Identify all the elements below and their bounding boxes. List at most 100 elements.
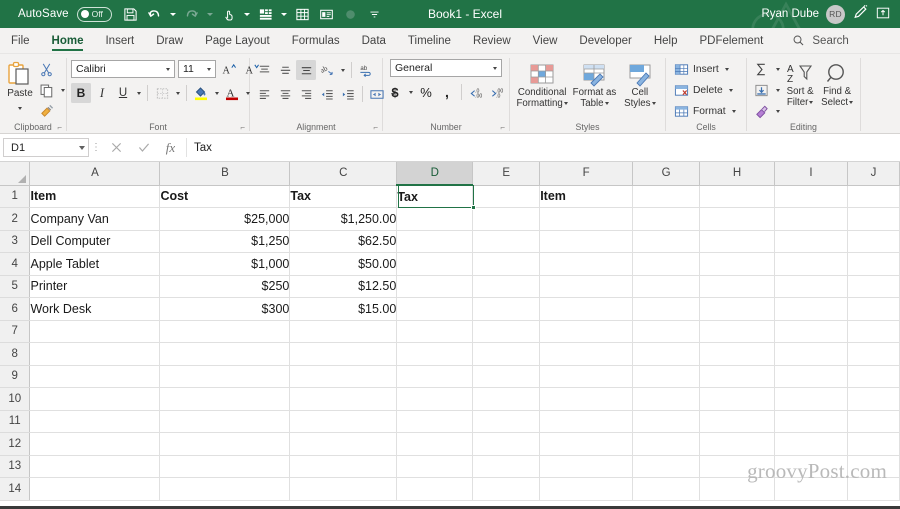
bottom-align-icon[interactable] [296, 60, 316, 80]
cell-c2[interactable]: $1,250.00 [289, 207, 398, 231]
font-size-caret[interactable] [204, 60, 213, 78]
cell-e13[interactable] [472, 455, 541, 478]
name-box[interactable]: D1 [3, 138, 89, 157]
cell-g6[interactable] [632, 297, 701, 321]
tab-home[interactable]: Home [41, 28, 95, 53]
column-header-g[interactable]: G [632, 162, 701, 186]
cell-styles-button[interactable]: Cell Styles [619, 59, 661, 109]
cell-c12[interactable] [289, 432, 398, 456]
cell-d14[interactable] [396, 477, 474, 501]
font-size-combo[interactable]: 11 [178, 60, 216, 78]
cell-f6[interactable] [539, 297, 634, 321]
cell-g5[interactable] [632, 275, 701, 298]
clear-icon[interactable] [751, 101, 771, 121]
cell-c4[interactable]: $50.00 [289, 252, 398, 276]
autosum-caret[interactable] [773, 60, 782, 78]
cell-e3[interactable] [472, 230, 541, 253]
cell-d12[interactable] [396, 432, 474, 456]
cell-j3[interactable] [847, 230, 900, 253]
cell-h4[interactable] [699, 252, 776, 276]
row-header-8[interactable]: 8 [0, 342, 31, 366]
cell-b9[interactable] [159, 365, 291, 388]
cell-j12[interactable] [847, 432, 900, 456]
cell-i1[interactable] [774, 185, 848, 208]
cell-f2[interactable] [539, 207, 634, 231]
cell-d2[interactable] [396, 207, 474, 231]
cell-i5[interactable] [774, 275, 848, 298]
italic-button[interactable]: I [92, 83, 112, 103]
cell-g7[interactable] [632, 320, 701, 343]
decrease-decimal-icon[interactable]: .00.0 [487, 82, 507, 102]
cell-i12[interactable] [774, 432, 848, 456]
cell-e2[interactable] [472, 207, 541, 231]
conditional-formatting-button[interactable]: Conditional Formatting [514, 59, 570, 109]
cell-a14[interactable] [29, 477, 161, 501]
sort-filter-icon[interactable] [254, 3, 277, 25]
cell-g1[interactable] [632, 185, 701, 208]
cell-c9[interactable] [289, 365, 398, 388]
cell-h2[interactable] [699, 207, 776, 231]
orientation-caret[interactable] [338, 61, 347, 79]
cell-c14[interactable] [289, 477, 398, 501]
cell-d6[interactable] [396, 297, 474, 321]
tab-developer[interactable]: Developer [568, 28, 642, 53]
cell-c6[interactable]: $15.00 [289, 297, 398, 321]
cell-d1[interactable]: Tax [396, 185, 474, 208]
cell-a1[interactable]: Item [29, 185, 161, 208]
cell-f10[interactable] [539, 387, 634, 411]
cell-h11[interactable] [699, 410, 776, 433]
underline-button[interactable]: U [113, 83, 133, 103]
cell-d5[interactable] [396, 275, 474, 298]
tab-help[interactable]: Help [643, 28, 689, 53]
column-header-j[interactable]: J [847, 162, 900, 186]
cell-i2[interactable] [774, 207, 848, 231]
alignment-dialog-launcher[interactable]: ⌐ [373, 124, 378, 132]
cell-f11[interactable] [539, 410, 634, 433]
cell-h7[interactable] [699, 320, 776, 343]
decrease-indent-icon[interactable] [317, 84, 337, 104]
cell-a13[interactable] [29, 455, 161, 478]
number-format-combo[interactable]: General [390, 59, 502, 77]
row-header-9[interactable]: 9 [0, 365, 31, 388]
cell-i3[interactable] [774, 230, 848, 253]
row-header-5[interactable]: 5 [0, 275, 31, 298]
tab-draw[interactable]: Draw [145, 28, 194, 53]
number-dialog-launcher[interactable]: ⌐ [500, 124, 505, 132]
cell-f13[interactable] [539, 455, 634, 478]
cell-j5[interactable] [847, 275, 900, 298]
cell-g8[interactable] [632, 342, 701, 366]
cancel-icon[interactable] [103, 138, 130, 158]
cell-e1[interactable] [472, 185, 541, 208]
cell-e8[interactable] [472, 342, 541, 366]
sort-filter-caret[interactable] [278, 3, 290, 25]
cell-a8[interactable] [29, 342, 161, 366]
cell-b10[interactable] [159, 387, 291, 411]
column-header-a[interactable]: A [29, 162, 161, 186]
tab-insert[interactable]: Insert [94, 28, 145, 53]
column-header-e[interactable]: E [472, 162, 541, 186]
name-box-caret[interactable] [79, 145, 85, 150]
cell-i14[interactable] [774, 477, 848, 501]
cell-c10[interactable] [289, 387, 398, 411]
accounting-caret[interactable] [406, 83, 415, 101]
underline-caret[interactable] [134, 84, 143, 102]
row-header-1[interactable]: 1 [0, 185, 31, 208]
cell-h8[interactable] [699, 342, 776, 366]
form-icon[interactable] [315, 3, 338, 25]
record-icon[interactable] [339, 3, 362, 25]
cell-e4[interactable] [472, 252, 541, 276]
table-icon[interactable] [291, 3, 314, 25]
format-painter-icon[interactable] [36, 101, 56, 121]
font-family-caret[interactable] [163, 60, 172, 78]
font-dialog-launcher[interactable]: ⌐ [240, 124, 245, 132]
cell-b7[interactable] [159, 320, 291, 343]
undo-dropdown-caret[interactable] [167, 3, 179, 25]
row-header-10[interactable]: 10 [0, 387, 31, 411]
cell-j14[interactable] [847, 477, 900, 501]
accounting-format-icon[interactable]: $ [385, 82, 405, 102]
pen-icon[interactable] [852, 4, 869, 24]
cell-f9[interactable] [539, 365, 634, 388]
insert-cells-button[interactable]: Insert [672, 59, 734, 79]
cell-b11[interactable] [159, 410, 291, 433]
cell-j10[interactable] [847, 387, 900, 411]
